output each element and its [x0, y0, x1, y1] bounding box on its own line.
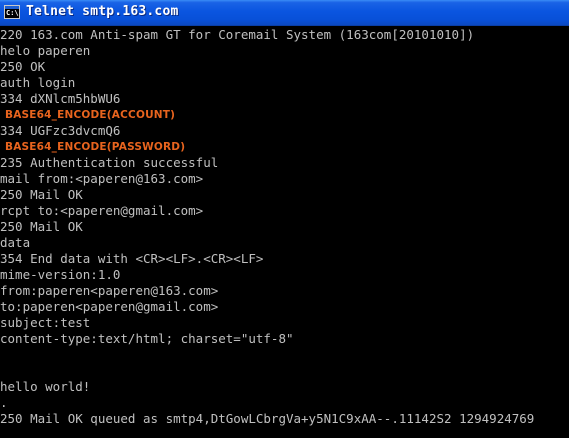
annotation-password: BASE64_ENCODE(PASSWORD)	[5, 141, 186, 153]
console-line: mail from:<paperen@163.com>	[0, 171, 204, 186]
title-bar[interactable]: C:\ Telnet smtp.163.com	[0, 0, 569, 26]
console-line: 250 Mail OK queued as smtp4,DtGowLCbrgVa…	[0, 411, 535, 426]
console-line: helo paperen	[0, 43, 91, 58]
console-line: 220 163.com Anti-spam GT for Coremail Sy…	[0, 27, 475, 42]
console-line: 250 Mail OK	[0, 219, 83, 234]
console-line: mime-version:1.0	[0, 267, 121, 282]
console-line: 334 dXNlcm5hbWU6	[0, 91, 121, 106]
console-line: content-type:text/html; charset="utf-8"	[0, 331, 294, 346]
console-line: 354 End data with <CR><LF>.<CR><LF>	[0, 251, 264, 266]
console-line: .	[0, 395, 8, 410]
telnet-console-window: C:\ Telnet smtp.163.com 220 163.com Anti…	[0, 0, 569, 438]
console-icon-glyph: C:\	[6, 9, 19, 17]
console-line: 250 OK	[0, 59, 46, 74]
console-line: auth login	[0, 75, 76, 90]
console-output[interactable]: 220 163.com Anti-spam GT for Coremail Sy…	[0, 27, 569, 438]
console-line: data	[0, 235, 31, 250]
console-icon[interactable]: C:\	[4, 5, 20, 19]
console-line: hello world!	[0, 379, 91, 394]
window-title: Telnet smtp.163.com	[26, 4, 179, 19]
console-line: 250 Mail OK	[0, 187, 83, 202]
console-line: from:paperen<paperen@163.com>	[0, 283, 219, 298]
annotation-account: BASE64_ENCODE(ACCOUNT)	[5, 109, 176, 121]
console-line: 334 UGFzc3dvcmQ6	[0, 123, 121, 138]
console-line: 235 Authentication successful	[0, 155, 219, 170]
console-line: to:paperen<paperen@gmail.com>	[0, 299, 219, 314]
console-line: rcpt to:<paperen@gmail.com>	[0, 203, 204, 218]
console-line: subject:test	[0, 315, 91, 330]
